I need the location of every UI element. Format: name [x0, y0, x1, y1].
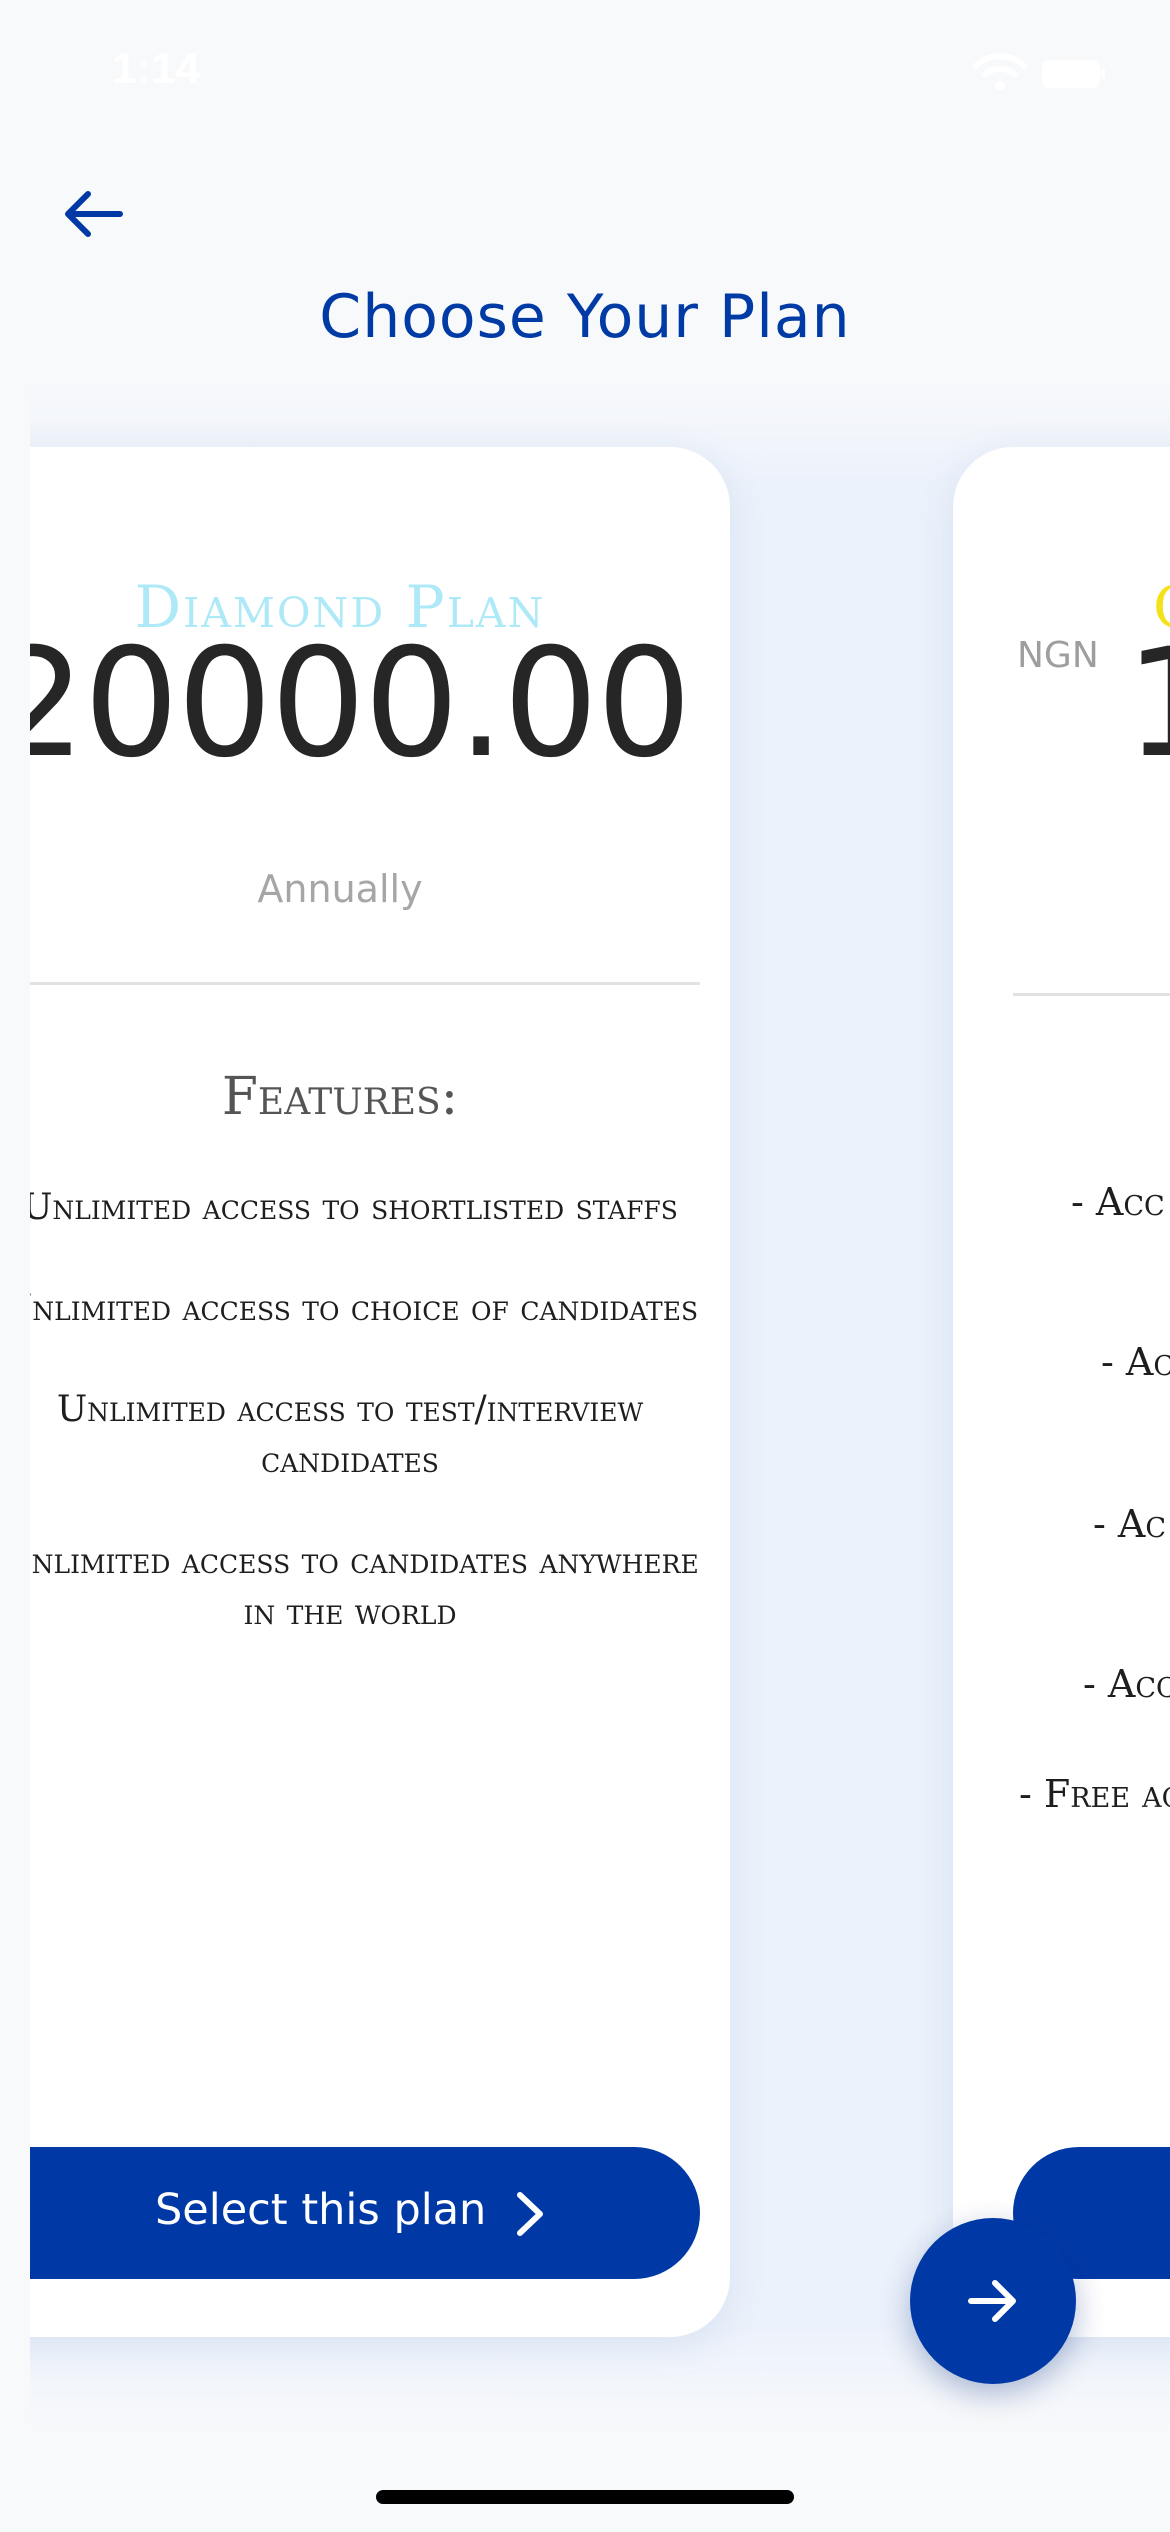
features-list: Unlimited access to shortlisted staffs U…: [30, 1182, 710, 1688]
features-heading: Features:: [221, 1067, 459, 1127]
feature-item: - Ac: [1093, 1502, 1167, 1546]
select-plan-button[interactable]: Select this plan: [30, 2147, 700, 2279]
plan-carousel[interactable]: Diamond Plan 20000.00 Annually Features:…: [30, 380, 1170, 2430]
feature-item: - Acc: [1071, 1180, 1165, 1224]
plan-period: Annually: [257, 867, 423, 911]
plan-price: 20000.00: [30, 617, 692, 791]
plan-price: 1: [1125, 617, 1170, 791]
wifi-icon: [973, 53, 1027, 91]
feature-item: - Ac: [1101, 1340, 1170, 1384]
arrow-right-icon: [968, 2280, 1016, 2322]
feature-item: Unlimited access to candidates anywhere …: [30, 1541, 699, 1633]
status-time: 1:14: [112, 44, 201, 93]
feature-item: Unlimited access to test/interview candi…: [56, 1389, 644, 1481]
plan-currency: NGN: [1017, 635, 1099, 676]
battery-icon: [1042, 60, 1105, 88]
feature-item: Unlimited access to shortlisted staffs: [30, 1187, 678, 1228]
select-plan-label: Select this plan: [155, 2185, 487, 2235]
home-indicator: [376, 2490, 794, 2504]
next-button[interactable]: [910, 2218, 1076, 2384]
plan-card-diamond[interactable]: Diamond Plan 20000.00 Annually Features:…: [30, 447, 730, 2337]
divider: [30, 982, 700, 985]
divider: [1013, 993, 1170, 996]
chevron-right-icon: [517, 2192, 543, 2236]
feature-item: Unlimited access to choice of candidates: [30, 1288, 699, 1329]
page-title: Choose Your Plan: [319, 282, 851, 352]
back-button[interactable]: [58, 186, 128, 242]
feature-item: - Acc: [1083, 1662, 1170, 1706]
plan-card-gold[interactable]: G NGN 1 - Acc - Ac - Ac - Acc - Free ac: [953, 447, 1170, 2337]
status-bar: 1:14: [0, 0, 1170, 140]
feature-item: - Free ac: [1019, 1772, 1170, 1816]
arrow-left-icon: [65, 191, 123, 237]
